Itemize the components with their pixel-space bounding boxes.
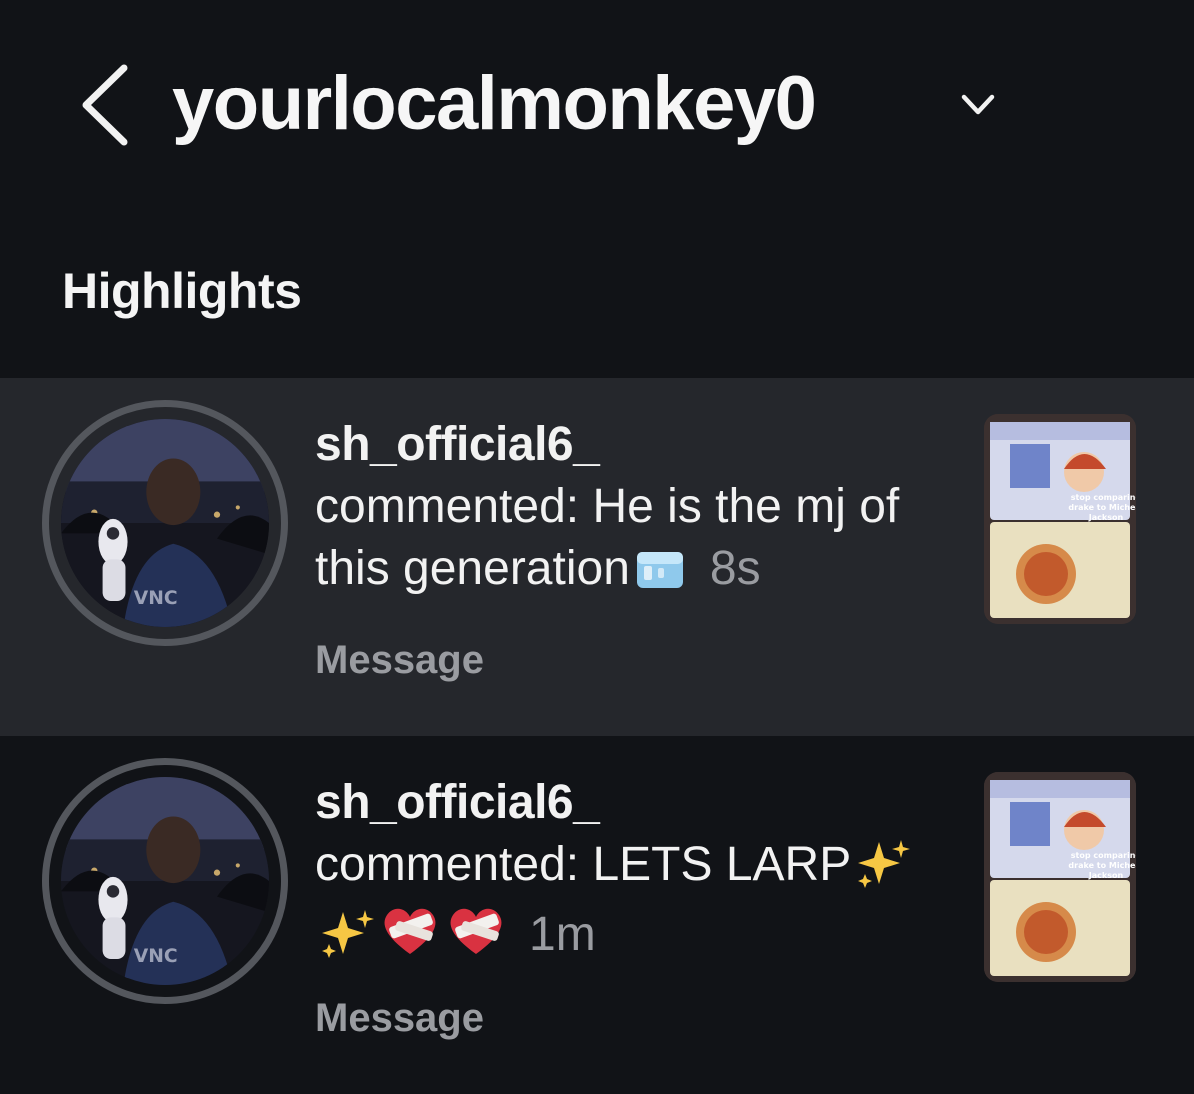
svg-text:VNC: VNC xyxy=(134,588,178,609)
notification-item[interactable]: VNC sh_official6_ commented: LETS LARP 1m… xyxy=(0,736,1194,1094)
svg-text:Jackson: Jackson xyxy=(1088,513,1124,522)
page-title[interactable]: yourlocalmonkey0 xyxy=(172,56,817,152)
avatar[interactable]: VNC xyxy=(42,400,288,646)
chevron-down-icon xyxy=(961,94,995,115)
notification-time: 8s xyxy=(709,542,761,595)
section-title: Highlights xyxy=(62,263,302,319)
svg-text:VNC: VNC xyxy=(134,946,178,967)
message-button[interactable]: Message xyxy=(315,990,484,1046)
top-bar: yourlocalmonkey0 xyxy=(0,0,1194,200)
notification-username[interactable]: sh_official6_ xyxy=(315,772,955,834)
mending-heart-icon xyxy=(445,904,507,974)
sparkles-icon xyxy=(319,908,375,974)
notification-time: 1m xyxy=(529,908,596,961)
notification-comment: commented: LETS LARP xyxy=(315,838,852,891)
svg-text:drake to Micheal: drake to Micheal xyxy=(1068,503,1136,512)
mending-heart-icon xyxy=(379,904,441,974)
notification-comment: commented: He is the mj of this generati… xyxy=(315,480,900,595)
notification-item[interactable]: VNC sh_official6_ commented: He is the m… xyxy=(0,378,1194,736)
back-button[interactable] xyxy=(78,62,134,148)
notification-text: sh_official6_ commented: LETS LARP 1m xyxy=(315,772,955,974)
post-thumbnail[interactable]: stop comparing drake to Micheal Jackson xyxy=(984,772,1136,982)
ice-cube-icon xyxy=(634,546,688,608)
avatar[interactable]: VNC xyxy=(42,758,288,1004)
profile-photo: VNC xyxy=(61,777,269,985)
notification-username[interactable]: sh_official6_ xyxy=(315,414,955,476)
profile-photo: VNC xyxy=(61,419,269,627)
chevron-left-icon xyxy=(82,64,128,146)
account-switcher-button[interactable] xyxy=(958,88,998,122)
message-button[interactable]: Message xyxy=(315,632,484,688)
thumbnail-caption: stop comparing xyxy=(1071,493,1136,502)
svg-text:drake to Micheal: drake to Micheal xyxy=(1068,861,1136,870)
svg-text:Jackson: Jackson xyxy=(1088,871,1124,880)
thumbnail-caption: stop comparing xyxy=(1071,851,1136,860)
sparkles-icon xyxy=(855,838,911,904)
post-thumbnail[interactable]: stop comparing drake to Micheal Jackson xyxy=(984,414,1136,624)
notification-text: sh_official6_ commented: He is the mj of… xyxy=(315,414,955,608)
